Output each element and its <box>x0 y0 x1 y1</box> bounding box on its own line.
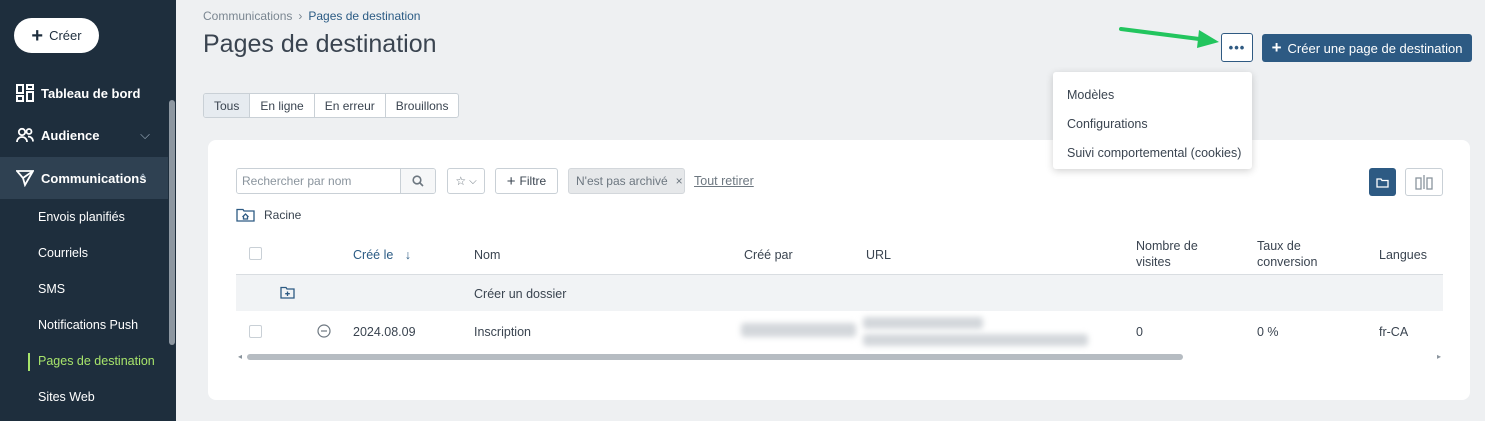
filter-chip: N'est pas archivé × <box>568 168 685 194</box>
tab-error[interactable]: En erreur <box>315 94 386 117</box>
created-header-label: Créé le <box>353 248 394 262</box>
filter-chip-label: N'est pas archivé <box>576 174 668 188</box>
add-folder-icon <box>280 286 295 299</box>
nav-audience[interactable]: Audience ⌵ <box>0 114 168 156</box>
sidebar-scrollbar[interactable] <box>169 100 175 345</box>
row-conversion: 0 % <box>1257 325 1279 339</box>
chevron-down-icon: ⌵ <box>469 175 477 187</box>
row-name[interactable]: Inscription <box>474 325 531 339</box>
folder-icon <box>1376 177 1389 188</box>
visits-header-line1: Nombre de <box>1136 239 1198 253</box>
columns-icon <box>1415 175 1433 190</box>
breadcrumb: Communications › Pages de destination <box>203 9 420 23</box>
search-input[interactable] <box>237 169 400 193</box>
chevron-up-icon: ^ <box>139 170 146 186</box>
filter-button[interactable]: + Filtre <box>495 168 558 194</box>
column-header-url[interactable]: URL <box>866 247 891 263</box>
folder-view-button[interactable] <box>1369 168 1396 196</box>
tab-all[interactable]: Tous <box>204 94 251 117</box>
sidebar-item-emails[interactable]: Courriels <box>38 246 88 260</box>
select-all-checkbox[interactable] <box>249 247 262 260</box>
plus-icon: + <box>1271 38 1282 57</box>
visits-header-line2: visites <box>1136 255 1171 269</box>
conversion-header-line1: Taux de <box>1257 239 1301 253</box>
sidebar-item-websites[interactable]: Sites Web <box>38 390 95 404</box>
scroll-left-icon[interactable]: ◂ <box>238 352 242 361</box>
column-header-visits[interactable]: Nombre de visites <box>1136 238 1198 270</box>
home-folder-icon <box>236 208 255 222</box>
sidebar-item-landing-pages[interactable]: Pages de destination <box>38 354 155 368</box>
nav-dashboard[interactable]: Tableau de bord <box>0 72 168 114</box>
send-icon <box>16 170 34 187</box>
search-icon <box>412 175 424 187</box>
star-icon: ☆ <box>455 174 467 188</box>
plus-icon: + <box>31 24 44 47</box>
audience-icon <box>16 127 34 143</box>
create-button[interactable]: + Créer <box>14 18 99 53</box>
close-icon[interactable]: × <box>676 174 683 188</box>
favorites-dropdown[interactable]: ☆ ⌵ <box>447 168 485 194</box>
search-button[interactable] <box>400 169 435 193</box>
create-folder-label: Créer un dossier <box>474 287 567 301</box>
row-date: 2024.08.09 <box>353 325 416 339</box>
arrow-down-icon: ↓ <box>404 248 412 262</box>
minus-circle-icon[interactable] <box>317 324 331 338</box>
sidebar-item-sms[interactable]: SMS <box>38 282 65 296</box>
column-header-created-by[interactable]: Créé par <box>744 247 793 263</box>
active-marker <box>28 353 30 371</box>
conversion-header-line2: conversion <box>1257 255 1318 269</box>
root-label: Racine <box>264 208 302 222</box>
create-label: Créer <box>49 28 82 43</box>
column-header-conversion[interactable]: Taux de conversion <box>1257 238 1317 270</box>
create-folder-row[interactable]: Créer un dossier <box>236 275 1443 311</box>
column-header-created[interactable]: Créé le ↓ <box>353 247 411 263</box>
nav-communications[interactable]: Communications ^ <box>0 157 168 199</box>
more-options-menu: Modèles Configurations Suivi comportemen… <box>1053 72 1252 169</box>
menu-item-configurations[interactable]: Configurations <box>1053 109 1252 138</box>
dashboard-icon <box>16 84 34 102</box>
horizontal-scrollbar[interactable]: ◂ ▸ <box>236 352 1443 361</box>
column-header-name[interactable]: Nom <box>474 247 500 263</box>
more-options-button[interactable]: ••• <box>1221 33 1253 62</box>
row-visits: 0 <box>1136 325 1143 339</box>
redacted-created-by <box>741 323 856 337</box>
create-landing-page-button[interactable]: + Créer une page de destination <box>1262 34 1472 62</box>
scrollbar-thumb[interactable] <box>247 354 1183 360</box>
redacted-url-line2 <box>863 334 1088 346</box>
sidebar-item-push[interactable]: Notifications Push <box>38 318 138 332</box>
search-box <box>236 168 436 194</box>
breadcrumb-current: Pages de destination <box>308 9 421 23</box>
redacted-url-line1 <box>863 317 983 329</box>
nav-audience-label: Audience <box>41 127 100 143</box>
annotation-arrow-icon <box>1119 27 1219 48</box>
sidebar-item-scheduled[interactable]: Envois planifiés <box>38 210 125 224</box>
nav-dashboard-label: Tableau de bord <box>41 85 141 101</box>
column-header-languages[interactable]: Langues <box>1379 247 1427 263</box>
sidebar: + Créer Tableau de bord Audience ⌵ Commu… <box>0 0 176 421</box>
page-title: Pages de destination <box>203 30 437 58</box>
status-tabs: Tous En ligne En erreur Brouillons <box>203 93 460 118</box>
chevron-right-icon: › <box>298 9 303 23</box>
tab-drafts[interactable]: Brouillons <box>386 94 459 117</box>
menu-item-behavioral-tracking[interactable]: Suivi comportemental (cookies) <box>1053 138 1252 167</box>
row-checkbox[interactable] <box>249 325 262 338</box>
row-language: fr-CA <box>1379 325 1409 339</box>
breadcrumb-communications[interactable]: Communications <box>203 9 292 23</box>
tab-online[interactable]: En ligne <box>250 94 315 117</box>
chevron-down-icon: ⌵ <box>140 127 150 142</box>
scroll-right-icon[interactable]: ▸ <box>1437 352 1441 361</box>
root-folder[interactable]: Racine <box>236 208 301 222</box>
plus-icon: + <box>506 172 516 190</box>
filter-label: Filtre <box>519 174 547 188</box>
menu-item-templates[interactable]: Modèles <box>1053 80 1252 109</box>
nav-communications-label: Communications <box>41 170 147 186</box>
clear-all-link[interactable]: Tout retirer <box>694 174 754 188</box>
content-card: ☆ ⌵ + Filtre N'est pas archivé × Tout re… <box>208 140 1470 400</box>
columns-button[interactable] <box>1405 168 1443 196</box>
create-landing-page-label: Créer une page de destination <box>1287 40 1463 56</box>
